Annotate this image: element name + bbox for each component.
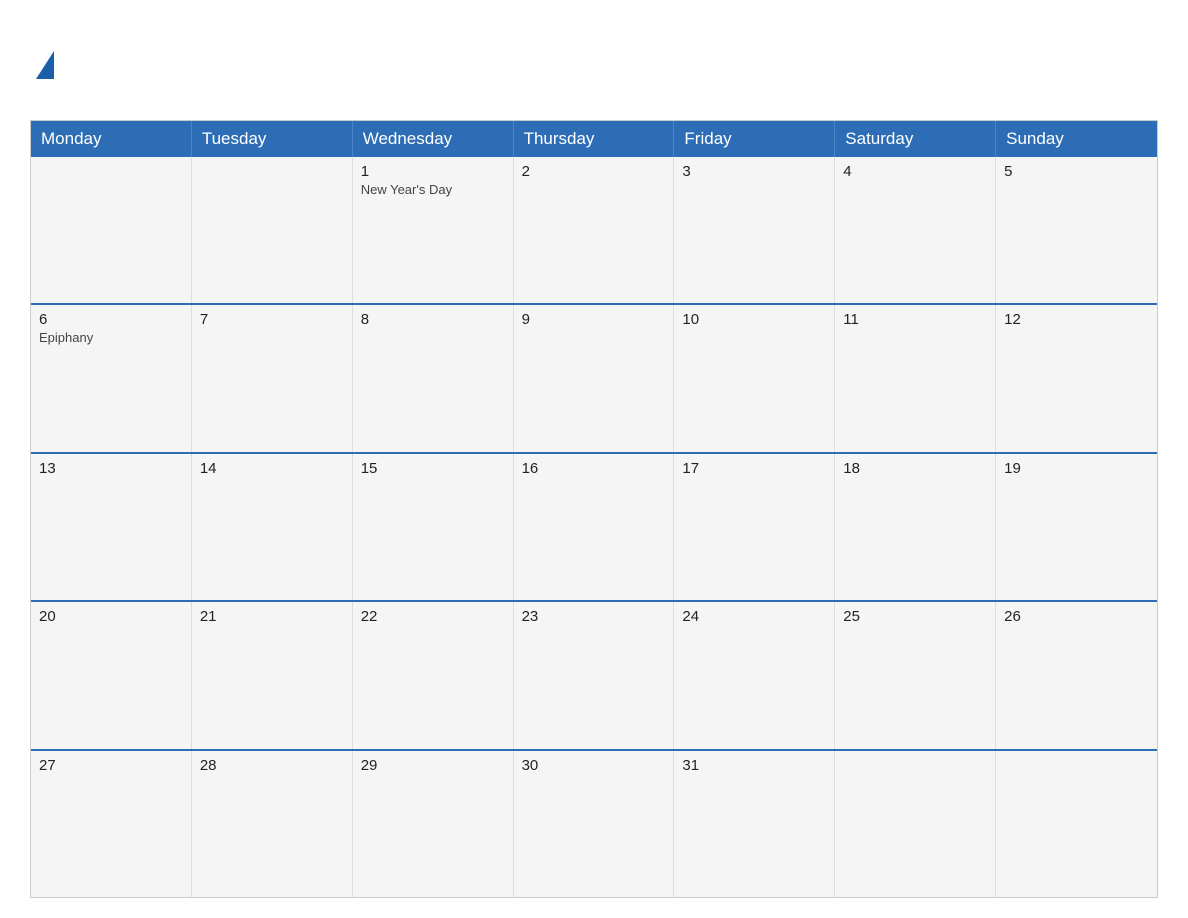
day-header-wednesday: Wednesday <box>353 121 514 157</box>
day-number: 10 <box>682 311 826 328</box>
day-number: 27 <box>39 757 183 774</box>
day-number: 26 <box>1004 608 1149 625</box>
logo-triangle-icon <box>36 51 54 79</box>
day-header-tuesday: Tuesday <box>192 121 353 157</box>
holiday-label: New Year's Day <box>361 182 505 197</box>
day-cell: 12 <box>996 305 1157 451</box>
calendar-grid: MondayTuesdayWednesdayThursdayFridaySatu… <box>30 120 1158 898</box>
day-number: 15 <box>361 460 505 477</box>
day-cell: 9 <box>514 305 675 451</box>
day-number: 31 <box>682 757 826 774</box>
calendar-page: MondayTuesdayWednesdayThursdayFridaySatu… <box>0 0 1188 918</box>
day-cell: 7 <box>192 305 353 451</box>
day-cell: 30 <box>514 751 675 897</box>
day-number: 14 <box>200 460 344 477</box>
day-cell: 21 <box>192 602 353 748</box>
day-number: 13 <box>39 460 183 477</box>
day-number: 4 <box>843 163 987 180</box>
header <box>30 20 1158 110</box>
day-cell: 6 Epiphany <box>31 305 192 451</box>
week-row-5: 27 28 29 30 31 <box>31 749 1157 897</box>
day-cell: 1 New Year's Day <box>353 157 514 303</box>
day-cell: 27 <box>31 751 192 897</box>
day-number: 12 <box>1004 311 1149 328</box>
day-header-saturday: Saturday <box>835 121 996 157</box>
day-number: 9 <box>522 311 666 328</box>
day-number: 8 <box>361 311 505 328</box>
day-cell: 25 <box>835 602 996 748</box>
day-cell: 24 <box>674 602 835 748</box>
day-number: 1 <box>361 163 505 180</box>
day-header-thursday: Thursday <box>514 121 675 157</box>
day-cell: 26 <box>996 602 1157 748</box>
day-cell: 23 <box>514 602 675 748</box>
day-header-monday: Monday <box>31 121 192 157</box>
day-number: 20 <box>39 608 183 625</box>
day-number: 24 <box>682 608 826 625</box>
day-cell: 10 <box>674 305 835 451</box>
day-cell: 11 <box>835 305 996 451</box>
day-cell <box>31 157 192 303</box>
weeks-container: 1New Year's Day23456Epiphany789101112131… <box>31 157 1157 897</box>
day-number: 6 <box>39 311 183 328</box>
day-header-friday: Friday <box>674 121 835 157</box>
day-cell: 28 <box>192 751 353 897</box>
week-row-2: 6 Epiphany 789 10 11 12 <box>31 303 1157 451</box>
day-cell: 18 <box>835 454 996 600</box>
day-number: 7 <box>200 311 344 328</box>
day-cell <box>835 751 996 897</box>
holiday-label: Epiphany <box>39 330 183 345</box>
day-number: 3 <box>682 163 826 180</box>
day-header-sunday: Sunday <box>996 121 1157 157</box>
day-cell: 15 <box>353 454 514 600</box>
day-cell: 8 <box>353 305 514 451</box>
day-cell: 19 <box>996 454 1157 600</box>
day-number: 16 <box>522 460 666 477</box>
day-number: 30 <box>522 757 666 774</box>
day-cell: 3 <box>674 157 835 303</box>
day-cell: 5 <box>996 157 1157 303</box>
day-number: 29 <box>361 757 505 774</box>
day-cell: 14 <box>192 454 353 600</box>
day-cell <box>192 157 353 303</box>
day-number: 25 <box>843 608 987 625</box>
day-number: 22 <box>361 608 505 625</box>
day-cell: 13 <box>31 454 192 600</box>
day-cell: 16 <box>514 454 675 600</box>
day-number: 23 <box>522 608 666 625</box>
day-cell: 4 <box>835 157 996 303</box>
day-cell: 29 <box>353 751 514 897</box>
day-number: 18 <box>843 460 987 477</box>
day-number: 21 <box>200 608 344 625</box>
day-cell: 22 <box>353 602 514 748</box>
week-row-4: 20 21 22 23 24 25 26 <box>31 600 1157 748</box>
day-headers-row: MondayTuesdayWednesdayThursdayFridaySatu… <box>31 121 1157 157</box>
day-cell: 2 <box>514 157 675 303</box>
day-cell: 17 <box>674 454 835 600</box>
week-row-1: 1 New Year's Day 2345 <box>31 157 1157 303</box>
day-number: 28 <box>200 757 344 774</box>
day-number: 5 <box>1004 163 1149 180</box>
day-number: 11 <box>843 311 987 328</box>
day-cell: 20 <box>31 602 192 748</box>
day-cell: 31 <box>674 751 835 897</box>
day-number: 2 <box>522 163 666 180</box>
day-cell <box>996 751 1157 897</box>
day-number: 17 <box>682 460 826 477</box>
day-number: 19 <box>1004 460 1149 477</box>
logo <box>30 51 190 79</box>
week-row-3: 13 14 15 16 17 18 19 <box>31 452 1157 600</box>
